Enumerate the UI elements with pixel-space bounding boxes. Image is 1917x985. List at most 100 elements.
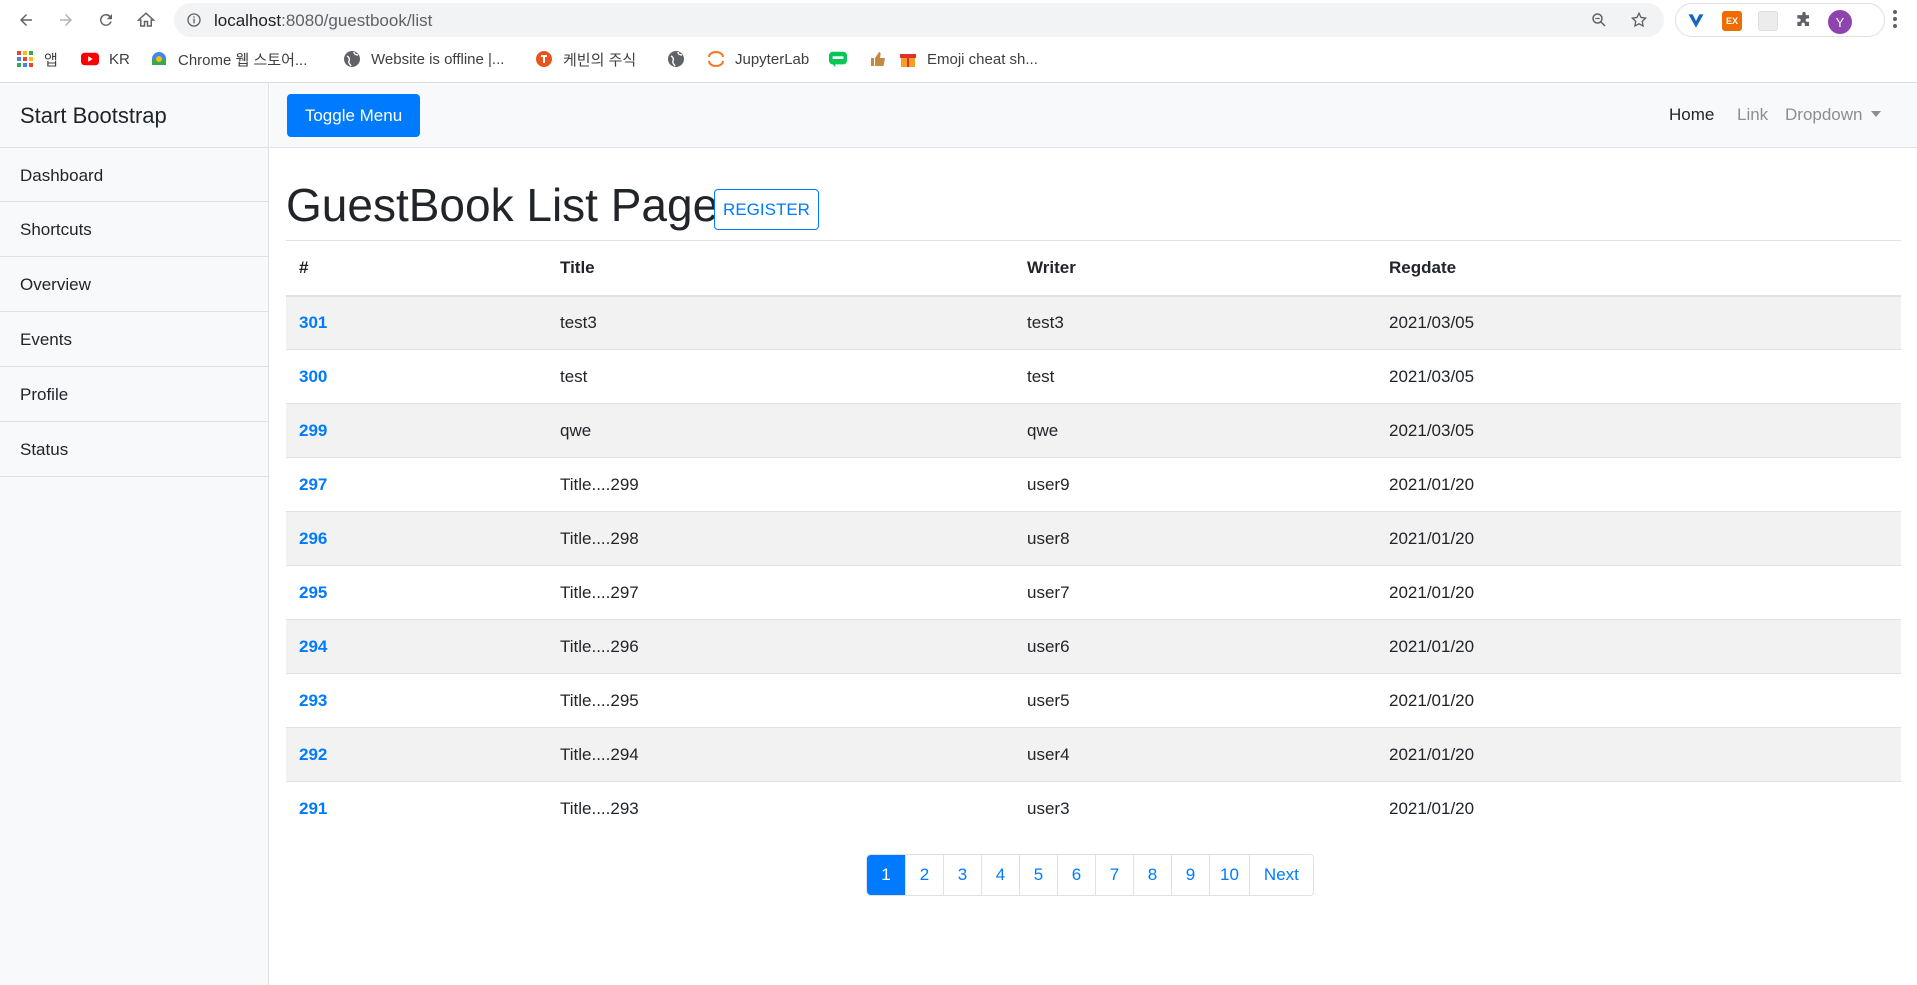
table-row: 301 test3 test3 2021/03/05 <box>286 295 1901 350</box>
cell-writer: user7 <box>1014 565 1376 620</box>
reload-button[interactable] <box>92 6 120 34</box>
entry-link[interactable]: 292 <box>299 745 327 764</box>
cell-title: Title....296 <box>547 619 1014 674</box>
entry-link[interactable]: 295 <box>299 583 327 602</box>
home-icon <box>137 12 155 27</box>
sidebar-heading[interactable]: Start Bootstrap <box>20 103 167 129</box>
entry-link[interactable]: 300 <box>299 367 327 386</box>
browser-chrome: localhost:8080/guestbook/list EX Y 앱 KR … <box>0 0 1917 83</box>
extension-ex-icon[interactable]: EX <box>1722 11 1742 31</box>
page-link-4[interactable]: 4 <box>981 855 1019 895</box>
sidebar-menu: Dashboard Shortcuts Overview Events Prof… <box>0 147 268 477</box>
cell-regdate: 2021/03/05 <box>1376 349 1901 404</box>
table-row: 294 Title....296 user6 2021/01/20 <box>286 619 1901 674</box>
url-text[interactable]: localhost:8080/guestbook/list <box>214 11 432 31</box>
bookmark-emoji-cheat-sheet[interactable]: Emoji cheat sh... <box>899 47 1038 71</box>
nav-dropdown[interactable]: Dropdown <box>1785 105 1881 125</box>
table-row: 293 Title....295 user5 2021/01/20 <box>286 673 1901 728</box>
cell-num: 300 <box>286 349 547 404</box>
cell-regdate: 2021/03/05 <box>1376 295 1901 350</box>
entry-link[interactable]: 299 <box>299 421 327 440</box>
top-navbar: Toggle Menu Home Link Dropdown <box>270 83 1917 148</box>
forward-button[interactable] <box>52 6 80 34</box>
table-row: 297 Title....299 user9 2021/01/20 <box>286 457 1901 512</box>
extension-blank-icon[interactable] <box>1758 11 1778 31</box>
back-button[interactable] <box>12 6 40 34</box>
page-link-7[interactable]: 7 <box>1095 855 1133 895</box>
entry-link[interactable]: 291 <box>299 799 327 818</box>
cell-writer: qwe <box>1014 403 1376 458</box>
sidebar-item-events[interactable]: Events <box>0 312 268 367</box>
entry-link[interactable]: 294 <box>299 637 327 656</box>
sidebar-item-dashboard[interactable]: Dashboard <box>0 147 268 202</box>
globe-icon <box>343 50 361 68</box>
page-link-6[interactable]: 6 <box>1057 855 1095 895</box>
bookmark-line[interactable] <box>829 47 857 71</box>
table-body: 301 test3 test3 2021/03/05 300 test test… <box>286 295 1901 836</box>
nav-dropdown-label: Dropdown <box>1785 105 1863 124</box>
bookmark-thumbs[interactable] <box>869 47 897 71</box>
page-link-3[interactable]: 3 <box>943 855 981 895</box>
table-row: 296 Title....298 user8 2021/01/20 <box>286 511 1901 566</box>
extensions-strip: EX Y <box>1675 3 1885 37</box>
bookmark-chrome-webstore[interactable]: Chrome 웹 스토어... <box>150 47 307 71</box>
column-header-regdate: Regdate <box>1376 240 1901 297</box>
cell-writer: user3 <box>1014 781 1376 836</box>
bookmark-jupyterlab[interactable]: JupyterLab <box>707 47 809 71</box>
entry-link[interactable]: 301 <box>299 313 327 332</box>
zoom-icon[interactable] <box>1590 11 1608 29</box>
column-header-writer: Writer <box>1014 240 1376 297</box>
sidebar-item-profile[interactable]: Profile <box>0 367 268 422</box>
cell-writer: test3 <box>1014 295 1376 350</box>
page-link-2[interactable]: 2 <box>905 855 943 895</box>
bookmark-youtube[interactable]: KR <box>81 47 130 71</box>
globe-icon <box>667 50 685 68</box>
bookmark-label: Website is offline |... <box>371 50 505 68</box>
gift-icon <box>899 50 917 68</box>
table-header-row: # Title Writer Regdate <box>286 240 1901 297</box>
entry-link[interactable]: 296 <box>299 529 327 548</box>
cell-num: 295 <box>286 565 547 620</box>
bookmark-label: Emoji cheat sh... <box>927 50 1038 68</box>
page-link-9[interactable]: 9 <box>1171 855 1209 895</box>
nav-link-home[interactable]: Home <box>1669 105 1714 125</box>
page-link-10[interactable]: 10 <box>1209 855 1249 895</box>
page-link-1[interactable]: 1 <box>867 855 905 895</box>
cell-title: test3 <box>547 295 1014 350</box>
bookmark-website-offline[interactable]: Website is offline |... <box>343 47 504 71</box>
browser-menu-icon[interactable] <box>1886 8 1904 30</box>
bookmark-kevin-stock[interactable]: 케빈의 주식 <box>535 47 636 71</box>
home-button[interactable] <box>132 6 160 34</box>
page-link-5[interactable]: 5 <box>1019 855 1057 895</box>
nav-link-link[interactable]: Link <box>1737 105 1768 125</box>
url-path: :8080/guestbook/list <box>281 11 433 30</box>
bookmark-star-icon[interactable] <box>1630 11 1648 29</box>
cell-regdate: 2021/01/20 <box>1376 457 1901 512</box>
caret-down-icon <box>1870 111 1881 117</box>
bookmark-globe[interactable] <box>667 47 695 71</box>
sidebar-item-shortcuts[interactable]: Shortcuts <box>0 202 268 257</box>
extensions-puzzle-icon[interactable] <box>1794 11 1814 31</box>
entry-link[interactable]: 297 <box>299 475 327 494</box>
sidebar-item-overview[interactable]: Overview <box>0 257 268 312</box>
page-link-8[interactable]: 8 <box>1133 855 1171 895</box>
cell-title: test <box>547 349 1014 404</box>
bookmark-label: KR <box>109 50 130 68</box>
page-link-next[interactable]: Next <box>1248 855 1313 895</box>
cell-writer: user8 <box>1014 511 1376 566</box>
cell-regdate: 2021/01/20 <box>1376 727 1901 782</box>
entry-link[interactable]: 293 <box>299 691 327 710</box>
register-button[interactable]: REGISTER <box>714 189 819 230</box>
back-arrow-icon <box>20 14 32 26</box>
bookmark-apps[interactable]: 앱 <box>16 47 58 71</box>
cell-title: Title....297 <box>547 565 1014 620</box>
cell-num: 301 <box>286 295 547 350</box>
extension-ex-label: EX <box>1725 16 1738 26</box>
profile-avatar[interactable]: Y <box>1828 10 1852 34</box>
bookmark-label: Chrome 웹 스토어... <box>178 51 308 69</box>
toggle-menu-button[interactable]: Toggle Menu <box>287 94 420 137</box>
address-bar[interactable]: localhost:8080/guestbook/list <box>174 3 1664 37</box>
site-info-icon[interactable] <box>186 12 202 28</box>
sidebar-item-status[interactable]: Status <box>0 422 268 477</box>
extension-v-icon[interactable] <box>1686 11 1706 31</box>
